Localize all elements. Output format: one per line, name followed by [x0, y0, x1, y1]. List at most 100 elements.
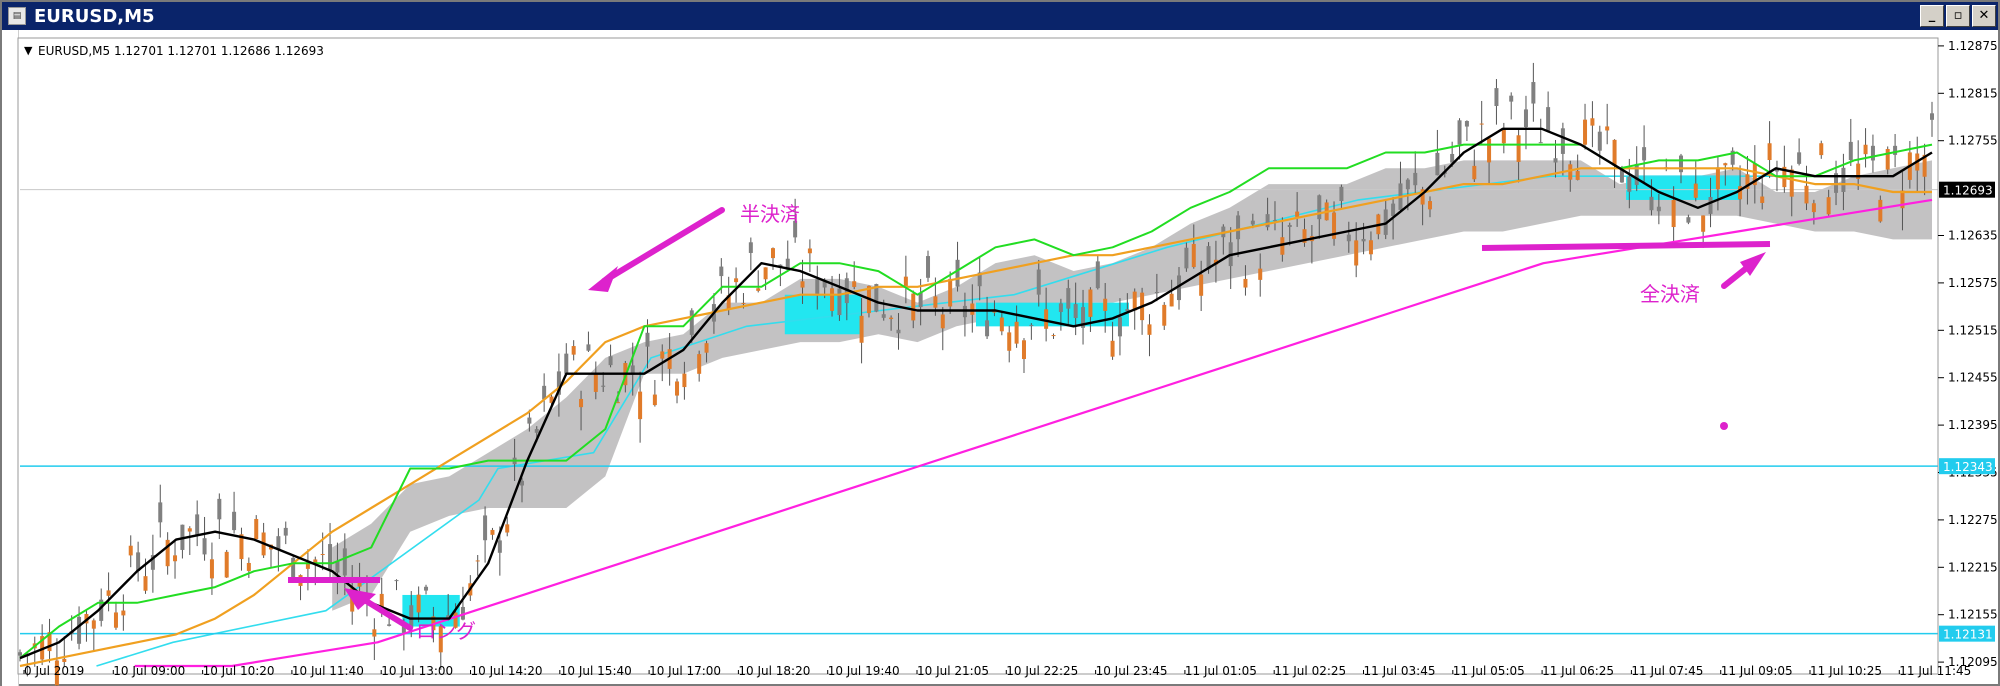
hline-price-tag: 1.12343 — [1943, 460, 1993, 474]
candle-body — [579, 398, 584, 408]
candle-body — [1885, 149, 1890, 170]
candle-body — [1767, 143, 1772, 161]
candle-body — [1007, 332, 1012, 351]
minimize-button[interactable]: _ — [1920, 5, 1944, 27]
candle-body — [1893, 145, 1898, 155]
candle-body — [483, 515, 488, 541]
candle-body — [1797, 152, 1802, 164]
x-tick-label: 10 Jul 19:40 — [828, 664, 900, 678]
x-tick-label: 11 Jul 11:45 — [1899, 664, 1971, 678]
candle-body — [1811, 203, 1816, 213]
candle-body — [1428, 201, 1433, 210]
candle-body — [689, 310, 694, 335]
candle-body — [1021, 340, 1026, 360]
y-tick-label: 1.12275 — [1948, 513, 1998, 527]
candle-body — [948, 278, 953, 307]
candle-body — [719, 266, 724, 277]
long-label: ロング — [416, 619, 476, 643]
x-tick-label: 11 Jul 09:05 — [1721, 664, 1793, 678]
restore-button[interactable]: ▫ — [1946, 5, 1970, 27]
candle-body — [564, 353, 569, 374]
x-tick-label: 10 Jul 22:25 — [1006, 664, 1078, 678]
candle-body — [807, 248, 812, 254]
title-bar[interactable]: ▤ EURUSD,M5 _ ▫ ✕ — [2, 2, 1998, 30]
candle-body — [62, 658, 67, 662]
x-tick-label: 11 Jul 10:25 — [1810, 664, 1882, 678]
candle-body — [1199, 274, 1204, 296]
candle-body — [638, 391, 643, 420]
price-chart[interactable]: ▼ EURUSD,M5 1.12701 1.12701 1.12686 1.12… — [2, 30, 1998, 686]
candle-body — [209, 559, 214, 579]
candle-body — [1634, 163, 1639, 185]
candle-body — [682, 373, 687, 388]
x-tick-label: 10 Jul 17:00 — [649, 664, 721, 678]
candle-body — [224, 551, 229, 578]
candle-body — [77, 616, 82, 644]
candle-body — [202, 538, 207, 555]
candle-body — [748, 242, 753, 253]
candle-body — [1575, 171, 1580, 180]
candle-body — [896, 329, 901, 334]
candle-body — [276, 536, 281, 550]
candle-body — [1184, 247, 1189, 269]
candle-body — [1509, 95, 1514, 102]
candle-body — [1789, 169, 1794, 197]
candle-body — [601, 385, 606, 387]
candle-body — [1435, 152, 1440, 176]
x-tick-label: 10 Jul 15:40 — [560, 664, 632, 678]
candle-body — [1317, 195, 1322, 220]
x-tick-label: 10 Jul 13:00 — [381, 664, 453, 678]
candle-body — [128, 545, 133, 556]
candle-body — [1287, 224, 1292, 227]
candle-body — [1568, 164, 1573, 180]
candle-body — [1597, 131, 1602, 151]
y-tick-label: 1.12875 — [1948, 39, 1998, 53]
close-button[interactable]: ✕ — [1972, 5, 1996, 27]
candle-body — [1612, 139, 1617, 166]
candle-body — [586, 344, 591, 351]
x-tick-label: 10 Jul 21:05 — [917, 664, 989, 678]
candle-body — [1110, 340, 1115, 357]
x-tick-label: 10 Jul 09:00 — [113, 664, 185, 678]
header-arrow-icon[interactable]: ▼ — [24, 44, 33, 57]
y-tick-label: 1.12635 — [1948, 229, 1998, 243]
candle-body — [645, 332, 650, 347]
candle-body — [1354, 240, 1359, 266]
candle-body — [1368, 240, 1373, 255]
candle-body — [158, 502, 163, 523]
candle-body — [1693, 183, 1698, 198]
candle-body — [985, 320, 990, 337]
candle-body — [1546, 107, 1551, 131]
candle-body — [734, 278, 739, 283]
candle-body — [1494, 88, 1499, 106]
candle-body — [756, 288, 761, 291]
candle-body — [1538, 142, 1543, 144]
candle-body — [704, 343, 709, 353]
candle-body — [1250, 220, 1255, 225]
candle-body — [1723, 163, 1728, 166]
candle-body — [763, 267, 768, 280]
y-tick-label: 1.12155 — [1948, 608, 1998, 622]
candle-body — [675, 381, 680, 396]
symbol-ohlc-header: EURUSD,M5 1.12701 1.12701 1.12686 1.1269… — [38, 44, 324, 58]
candle-body — [91, 620, 96, 629]
hline-price-tag: 1.12131 — [1943, 628, 1993, 642]
candle-body — [1044, 309, 1049, 329]
candle-body — [1095, 261, 1100, 289]
candle-body — [1295, 211, 1300, 217]
candle-body — [475, 560, 480, 562]
candle-body — [881, 314, 886, 318]
candle-body — [187, 528, 192, 532]
y-tick-label: 1.12815 — [1948, 86, 1998, 100]
chart-window-icon: ▤ — [8, 7, 26, 25]
candle-body — [889, 317, 894, 320]
candle-body — [217, 498, 222, 520]
candle-body — [1073, 304, 1078, 318]
candle-body — [1516, 135, 1521, 162]
candle-body — [571, 346, 576, 355]
candle-body — [416, 594, 421, 613]
candle-body — [246, 562, 251, 571]
candle-body — [320, 554, 325, 556]
y-tick-label: 1.12395 — [1948, 418, 1998, 432]
candle-body — [490, 529, 495, 535]
